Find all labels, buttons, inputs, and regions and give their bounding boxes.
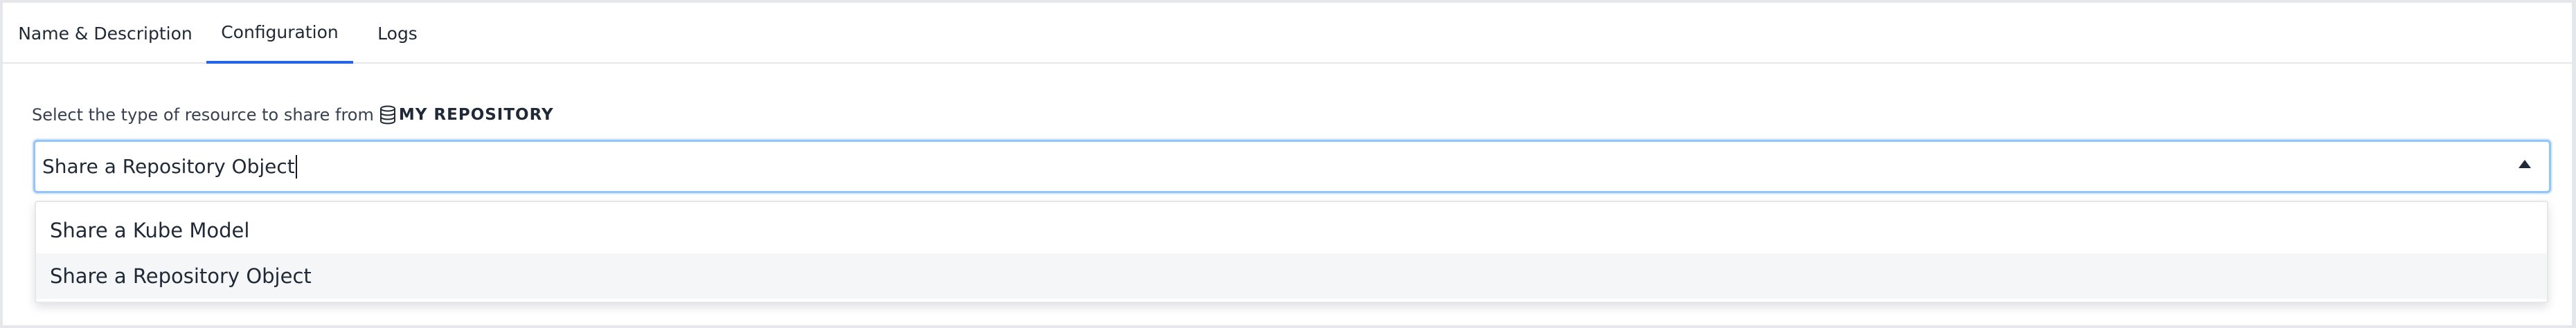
database-icon (379, 105, 396, 125)
option-share-repository-object[interactable]: Share a Repository Object (36, 253, 2547, 299)
resource-type-select[interactable]: Share a Repository Object (33, 140, 2551, 193)
tab-label: Configuration (221, 21, 339, 42)
select-value-text: Share a Repository Object (42, 155, 295, 178)
resource-type-label: Select the type of resource to share fro… (32, 102, 554, 127)
tab-name-description[interactable]: Name & Description (8, 3, 202, 64)
chevron-up-icon[interactable] (2519, 160, 2531, 168)
tab-label: Name & Description (18, 23, 193, 44)
tab-configuration[interactable]: Configuration (206, 3, 353, 64)
option-share-kube-model[interactable]: Share a Kube Model (36, 208, 2547, 253)
text-cursor (295, 154, 297, 179)
tab-bar: Name & Description Configuration Logs (3, 3, 2572, 64)
option-label: Share a Repository Object (50, 264, 312, 288)
option-label: Share a Kube Model (50, 219, 250, 242)
resource-type-options: Share a Kube Model Share a Repository Ob… (35, 201, 2548, 303)
prompt-text: Select the type of resource to share fro… (32, 105, 374, 125)
tab-logs[interactable]: Logs (370, 3, 425, 64)
select-value: Share a Repository Object (42, 142, 297, 191)
tab-label: Logs (377, 23, 418, 44)
repository-name: MY REPOSITORY (398, 106, 554, 124)
configuration-panel: Name & Description Configuration Logs Se… (0, 0, 2576, 328)
